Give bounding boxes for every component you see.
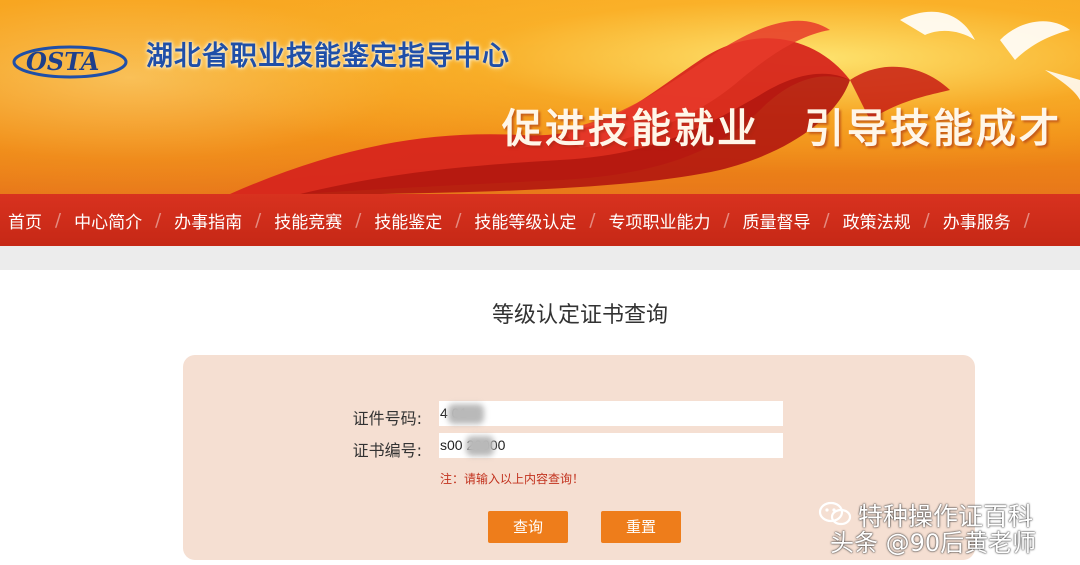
- slogan-left: 促进技能就业: [502, 106, 760, 152]
- nav-item-special-ability[interactable]: 专项职业能力: [608, 208, 710, 233]
- svg-text:OSTA: OSTA: [26, 47, 99, 76]
- osta-logo-icon: OSTA: [12, 45, 128, 79]
- query-button[interactable]: 查询: [488, 511, 568, 543]
- banner-slogan: 促进技能就业 引导技能成才: [502, 96, 1062, 154]
- nav-item-level-certification[interactable]: 技能等级认定: [474, 208, 576, 233]
- redaction-blur: [448, 404, 484, 424]
- nav-separator: /: [923, 209, 930, 231]
- nav-separator: /: [589, 209, 596, 231]
- nav-item-home[interactable]: 首页: [8, 208, 42, 233]
- certificate-number-label: 证书编号:: [352, 441, 422, 460]
- redaction-blur: [466, 436, 494, 456]
- header-banner: OSTA 湖北省职业技能鉴定指导中心 促进技能就业 引导技能成才: [0, 0, 1080, 194]
- nav-item-about[interactable]: 中心简介: [74, 208, 142, 233]
- nav-item-competition[interactable]: 技能竞赛: [274, 208, 342, 233]
- reset-button[interactable]: 重置: [601, 511, 681, 543]
- grey-divider-strip: [0, 246, 1080, 270]
- nav-separator: /: [1023, 209, 1030, 231]
- id-number-input[interactable]: 4 01: [439, 401, 783, 426]
- nav-item-policy[interactable]: 政策法规: [843, 208, 911, 233]
- watermark-author: 头条 @90后黄老师: [830, 529, 1037, 557]
- nav-separator: /: [155, 209, 162, 231]
- nav-separator: /: [355, 209, 362, 231]
- form-hint-note: 注：请输入以上内容查询！: [440, 472, 585, 486]
- page-title: 等级认定证书查询: [491, 303, 668, 328]
- id-number-label: 证件号码:: [352, 409, 422, 428]
- nav-item-services[interactable]: 办事服务: [943, 208, 1011, 233]
- nav-item-quality[interactable]: 质量督导: [743, 208, 811, 233]
- nav-separator: /: [55, 209, 62, 231]
- slogan-right: 引导技能成才: [804, 106, 1062, 152]
- osta-logo[interactable]: OSTA: [12, 38, 132, 82]
- site-title: 湖北省职业技能鉴定指导中心: [146, 41, 510, 72]
- nav-item-guide[interactable]: 办事指南: [174, 208, 242, 233]
- nav-separator: /: [255, 209, 262, 231]
- nav-separator: /: [455, 209, 462, 231]
- nav-item-appraisal[interactable]: 技能鉴定: [374, 208, 442, 233]
- nav-separator: /: [723, 209, 730, 231]
- nav-separator: /: [823, 209, 830, 231]
- main-nav: 首页 / 中心简介 / 办事指南 / 技能竞赛 / 技能鉴定 / 技能等级认定 …: [0, 194, 1080, 246]
